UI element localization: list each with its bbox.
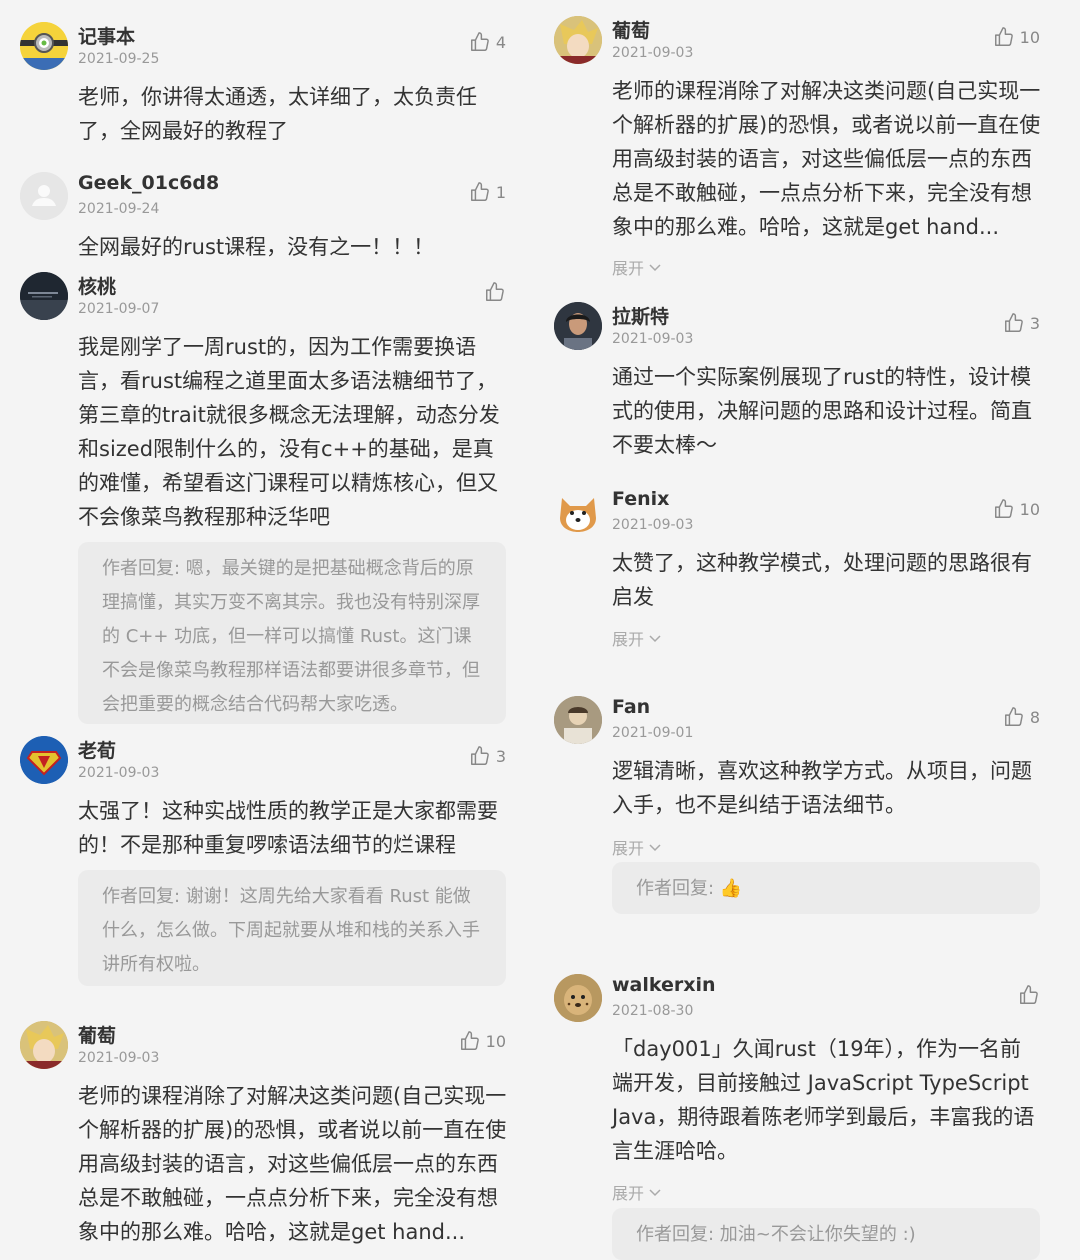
comment-author[interactable]: Fenix	[612, 488, 669, 510]
like-count: 1	[495, 182, 506, 202]
comment-date: 2021-09-03	[612, 517, 694, 533]
comment-date: 2021-08-30	[612, 1003, 694, 1019]
author-reply: 作者回复: 加油~不会让你失望的 :)	[612, 1208, 1040, 1260]
expand-button[interactable]: 展开	[612, 626, 662, 650]
expand-label: 展开	[612, 1184, 645, 1203]
like-button[interactable]	[484, 281, 506, 303]
like-button[interactable]: 10	[993, 498, 1040, 520]
expand-button[interactable]: 展开	[612, 835, 662, 859]
superman-avatar[interactable]	[20, 736, 68, 784]
comment-text: 老师，你讲得太通透，太详细了，太负责任了，全网最好的教程了	[78, 85, 477, 143]
comment-date: 2021-09-01	[612, 725, 694, 741]
like-button[interactable]: 1	[469, 181, 506, 203]
expand-button[interactable]: 展开	[612, 1180, 662, 1204]
author-reply: 作者回复: 谢谢！这周先给大家看看 Rust 能做什么，怎么做。下周起就要从堆和…	[78, 870, 506, 986]
expand-label: 展开	[612, 630, 645, 649]
comment-date: 2021-09-03	[78, 1050, 160, 1066]
like-button[interactable]: 4	[469, 31, 506, 53]
comment-author[interactable]: 记事本	[78, 22, 135, 49]
default-user-avatar[interactable]	[20, 172, 68, 220]
anime-avatar[interactable]	[554, 16, 602, 64]
like-button[interactable]: 8	[1003, 706, 1040, 728]
like-count: 10	[485, 1031, 506, 1051]
cheetah-avatar[interactable]	[554, 974, 602, 1022]
comment-author[interactable]: 葡萄	[612, 16, 650, 43]
minion-avatar[interactable]	[20, 22, 68, 70]
comment-item: Geek_01c6d8 2021-09-24 1 全网最好的rust课程，没有之…	[20, 168, 510, 263]
comment-text: 全网最好的rust课程，没有之一！！！	[78, 235, 435, 259]
comment-item: 葡萄 2021-09-03 10 老师的课程消除了对解决这类问题(自己实现一个解…	[20, 1017, 510, 1255]
comment-date: 2021-09-03	[612, 331, 694, 347]
comment-item: walkerxin 2021-08-30 「day001」久闻rust（19年）…	[554, 970, 1044, 1260]
comment-item: 核桃 2021-09-07 我是刚学了一周rust的，因为工作需要换语言，看ru…	[20, 268, 510, 728]
thumbs-up-icon	[994, 27, 1013, 46]
expand-label: 展开	[612, 839, 645, 858]
thumbs-up-icon	[470, 182, 489, 201]
comment-date: 2021-09-03	[612, 45, 694, 61]
like-count: 8	[1029, 707, 1040, 727]
comment-author[interactable]: 葡萄	[78, 1021, 116, 1048]
photo-avatar[interactable]	[554, 696, 602, 744]
comment-item: 记事本 2021-09-25 4 老师，你讲得太通透，太详细了，太负责任了，全网…	[20, 18, 510, 148]
comment-date: 2021-09-25	[78, 51, 160, 67]
comment-item: 拉斯特 2021-09-03 3 通过一个实际案例展现了rust的特性，设计模式…	[554, 298, 1044, 468]
comment-text: 逻辑清晰，喜欢这种教学方式。从项目，问题入手，也不是纠结于语法细节。	[612, 759, 1032, 817]
like-count: 3	[1029, 313, 1040, 333]
comment-text: 通过一个实际案例展现了rust的特性，设计模式的使用，决解问题的思路和设计过程。…	[612, 365, 1032, 457]
like-count: 3	[495, 746, 506, 766]
like-button[interactable]: 10	[459, 1030, 506, 1052]
author-reply: 作者回复: 👍	[612, 862, 1040, 914]
chevron-down-icon	[649, 635, 661, 643]
comment-author[interactable]: Fan	[612, 696, 650, 718]
thumbs-up-icon	[470, 746, 489, 765]
like-button[interactable]: 3	[1003, 312, 1040, 334]
thumbs-up-icon	[1020, 985, 1038, 1004]
chevron-down-icon	[649, 264, 661, 272]
left-comment-column: 记事本 2021-09-25 4 老师，你讲得太通透，太详细了，太负责任了，全网…	[20, 0, 510, 1255]
like-button[interactable]: 3	[469, 745, 506, 767]
chevron-down-icon	[649, 844, 661, 852]
comment-text: 老师的课程消除了对解决这类问题(自己实现一个解析器的扩展)的恐惧，或者说以前一直…	[612, 79, 1041, 239]
comment-text: 太强了！这种实战性质的教学正是大家都需要的！不是那种重复啰嗦语法细节的烂课程	[78, 799, 498, 857]
night-city-avatar[interactable]	[20, 272, 68, 320]
thumbs-up-icon	[1004, 707, 1023, 726]
comment-text: 老师的课程消除了对解决这类问题(自己实现一个解析器的扩展)的恐惧，或者说以前一直…	[78, 1084, 507, 1244]
portrait-avatar[interactable]	[554, 302, 602, 350]
chevron-down-icon	[649, 1189, 661, 1197]
thumbs-up-icon	[1004, 313, 1023, 332]
comment-date: 2021-09-24	[78, 201, 160, 217]
comment-item: 葡萄 2021-09-03 10 老师的课程消除了对解决这类问题(自己实现一个解…	[554, 12, 1044, 282]
comment-text: 「day001」久闻rust（19年），作为一名前端开发，目前接触过 JavaS…	[612, 1037, 1035, 1163]
like-count: 10	[1019, 499, 1040, 519]
comment-date: 2021-09-03	[78, 765, 160, 781]
thumbs-up-icon	[460, 1031, 479, 1050]
expand-label: 展开	[612, 259, 645, 278]
like-button[interactable]: 10	[993, 26, 1040, 48]
expand-button[interactable]: 展开	[612, 255, 662, 279]
comment-author[interactable]: Geek_01c6d8	[78, 172, 219, 194]
thumbs-up-icon	[486, 282, 504, 301]
author-reply: 作者回复: 嗯，最关键的是把基础概念背后的原理搞懂，其实万变不离其宗。我也没有特…	[78, 542, 506, 724]
anime-avatar[interactable]	[20, 1021, 68, 1069]
comment-text: 太赞了，这种教学模式，处理问题的思路很有启发	[612, 551, 1032, 609]
comment-item: Fenix 2021-09-03 10 太赞了，这种教学模式，处理问题的思路很有…	[554, 484, 1044, 654]
like-count: 4	[495, 32, 506, 52]
thumbs-up-icon	[470, 32, 489, 51]
comment-author[interactable]: walkerxin	[612, 974, 716, 996]
comment-author[interactable]: 老荀	[78, 736, 116, 763]
like-button[interactable]	[1018, 984, 1040, 1006]
like-count: 10	[1019, 27, 1040, 47]
comment-date: 2021-09-07	[78, 301, 160, 317]
comment-item: 老荀 2021-09-03 3 太强了！这种实战性质的教学正是大家都需要的！不是…	[20, 732, 510, 992]
comment-author[interactable]: 拉斯特	[612, 302, 669, 329]
shiba-avatar[interactable]	[554, 488, 602, 536]
thumbs-up-icon	[994, 499, 1013, 518]
right-comment-column: 葡萄 2021-09-03 10 老师的课程消除了对解决这类问题(自己实现一个解…	[554, 0, 1044, 1260]
comment-item: Fan 2021-09-01 8 逻辑清晰，喜欢这种教学方式。从项目，问题入手，…	[554, 692, 1044, 922]
comment-text: 我是刚学了一周rust的，因为工作需要换语言，看rust编程之道里面太多语法糖细…	[78, 335, 500, 529]
comment-author[interactable]: 核桃	[78, 272, 116, 299]
